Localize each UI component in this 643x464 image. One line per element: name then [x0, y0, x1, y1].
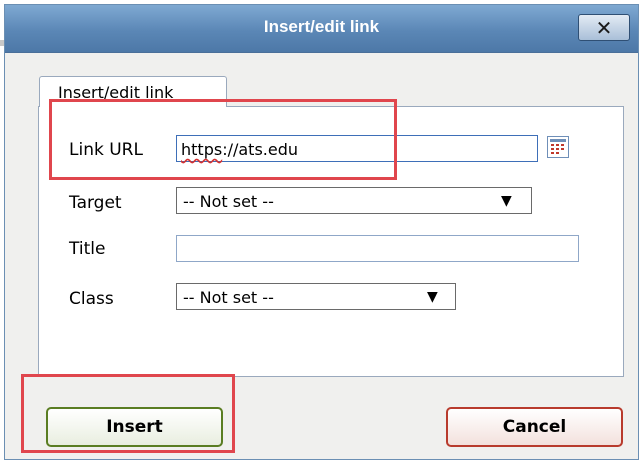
link-form-panel: Link URL https://ats.edu Target -- Not s…	[38, 106, 624, 377]
target-select[interactable]: -- Not set -- ▼	[176, 187, 532, 214]
class-selected-value: -- Not set --	[183, 288, 274, 307]
link-url-label: Link URL	[69, 140, 143, 160]
tab-insert-edit-link[interactable]: Insert/edit link	[39, 76, 227, 107]
target-label: Target	[69, 193, 122, 213]
cancel-button[interactable]: Cancel	[446, 407, 623, 447]
dialog-titlebar[interactable]: Insert/edit link ✕	[5, 5, 638, 53]
close-button[interactable]: ✕	[578, 14, 630, 41]
link-picker-glyph	[550, 139, 566, 154]
dialog-title: Insert/edit link	[263, 17, 380, 36]
close-icon: ✕	[595, 15, 613, 40]
link-url-value-prefix: https	[181, 140, 223, 159]
insert-edit-link-dialog: Insert/edit link ✕ Insert/edit link Link…	[4, 4, 639, 460]
title-input[interactable]	[176, 235, 579, 262]
insert-button[interactable]: Insert	[46, 407, 223, 447]
target-selected-value: -- Not set --	[183, 192, 274, 211]
link-picker-icon[interactable]	[547, 136, 569, 158]
chevron-down-icon: ▼	[501, 193, 512, 209]
title-label: Title	[69, 239, 106, 259]
chevron-down-icon: ▼	[427, 289, 438, 305]
link-url-input[interactable]: https://ats.edu	[176, 135, 538, 162]
class-select[interactable]: -- Not set -- ▼	[176, 283, 456, 310]
class-label: Class	[69, 289, 114, 309]
link-url-value-rest: ://ats.edu	[222, 140, 298, 159]
